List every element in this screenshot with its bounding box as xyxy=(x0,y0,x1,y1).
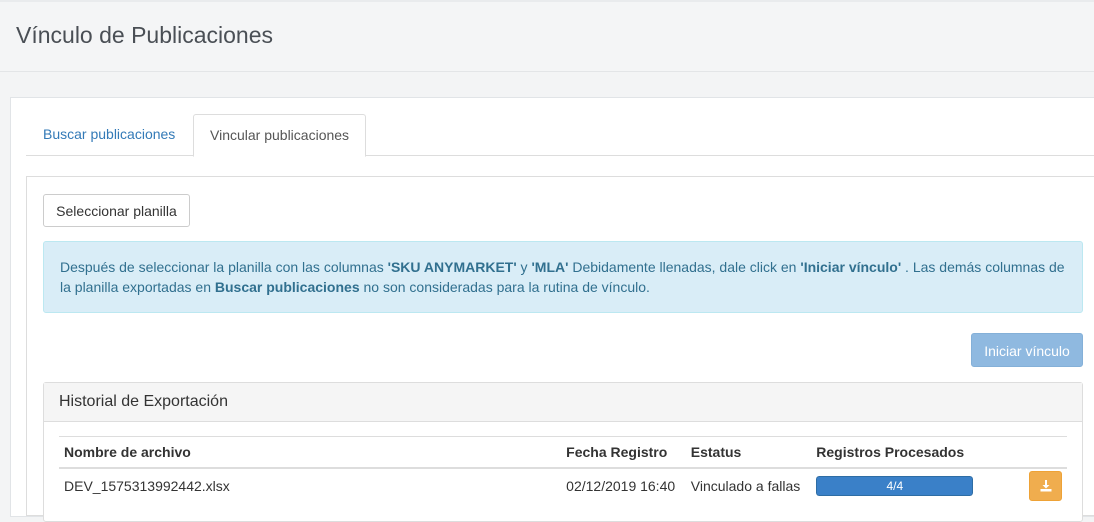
progress-track: 4/4 xyxy=(816,476,974,496)
tab-buscar-publicaciones[interactable]: Buscar publicaciones xyxy=(27,114,191,156)
history-panel: Historial de Exportación Nombre de archi… xyxy=(43,382,1083,522)
select-spreadsheet-button[interactable]: Seleccionar planilla xyxy=(43,194,190,227)
column-header-date: Fecha Registro xyxy=(561,436,686,469)
start-link-button[interactable]: Iniciar vínculo xyxy=(971,333,1083,367)
column-header-filename: Nombre de archivo xyxy=(59,436,562,469)
cell-actions xyxy=(1014,468,1067,503)
cell-status: Vinculado a fallas xyxy=(690,478,801,494)
info-text-1: Después de seleccionar la planilla con l… xyxy=(60,259,388,275)
tab-content: Seleccionar planilla Después de seleccio… xyxy=(26,176,1094,522)
info-action-name: 'Iniciar vínculo' xyxy=(800,259,902,275)
progress-bar: 4/4 xyxy=(816,476,974,496)
table-row: DEV_1575313992442.xlsx 02/12/2019 16:40 … xyxy=(59,468,1067,503)
history-title: Historial de Exportación xyxy=(44,383,1082,422)
tab-bar: Buscar publicaciones Vincular publicacio… xyxy=(26,114,1094,157)
download-icon xyxy=(1040,480,1052,492)
page-header: Vínculo de Publicaciones xyxy=(0,0,1094,72)
info-text-3: Debidamente llenadas, dale click en xyxy=(568,259,801,275)
column-header-processed: Registros Procesados xyxy=(811,436,1014,469)
cell-filename: DEV_1575313992442.xlsx xyxy=(64,478,230,494)
column-header-actions xyxy=(1014,436,1067,469)
info-text-2: y xyxy=(516,259,532,275)
info-alert: Después de seleccionar la planilla con l… xyxy=(43,241,1083,313)
info-search-ref: Buscar publicaciones xyxy=(214,279,360,295)
info-text-5: no son consideradas para la rutina de ví… xyxy=(359,279,650,295)
table-header-row: Nombre de archivo Fecha Registro Estatus… xyxy=(59,436,1067,469)
page-title: Vínculo de Publicaciones xyxy=(16,22,273,48)
info-mla-column: 'MLA' xyxy=(531,259,569,275)
main-panel: Buscar publicaciones Vincular publicacio… xyxy=(10,97,1094,522)
column-header-status: Estatus xyxy=(685,436,812,469)
tab-vincular-publicaciones[interactable]: Vincular publicaciones xyxy=(193,114,367,157)
download-button[interactable] xyxy=(1029,471,1062,501)
cell-processed: 4/4 xyxy=(811,468,1014,503)
cell-date: 02/12/2019 16:40 xyxy=(566,478,676,494)
history-table: Nombre de archivo Fecha Registro Estatus… xyxy=(59,436,1067,503)
info-sku-column: 'SKU ANYMARKET' xyxy=(387,259,517,275)
